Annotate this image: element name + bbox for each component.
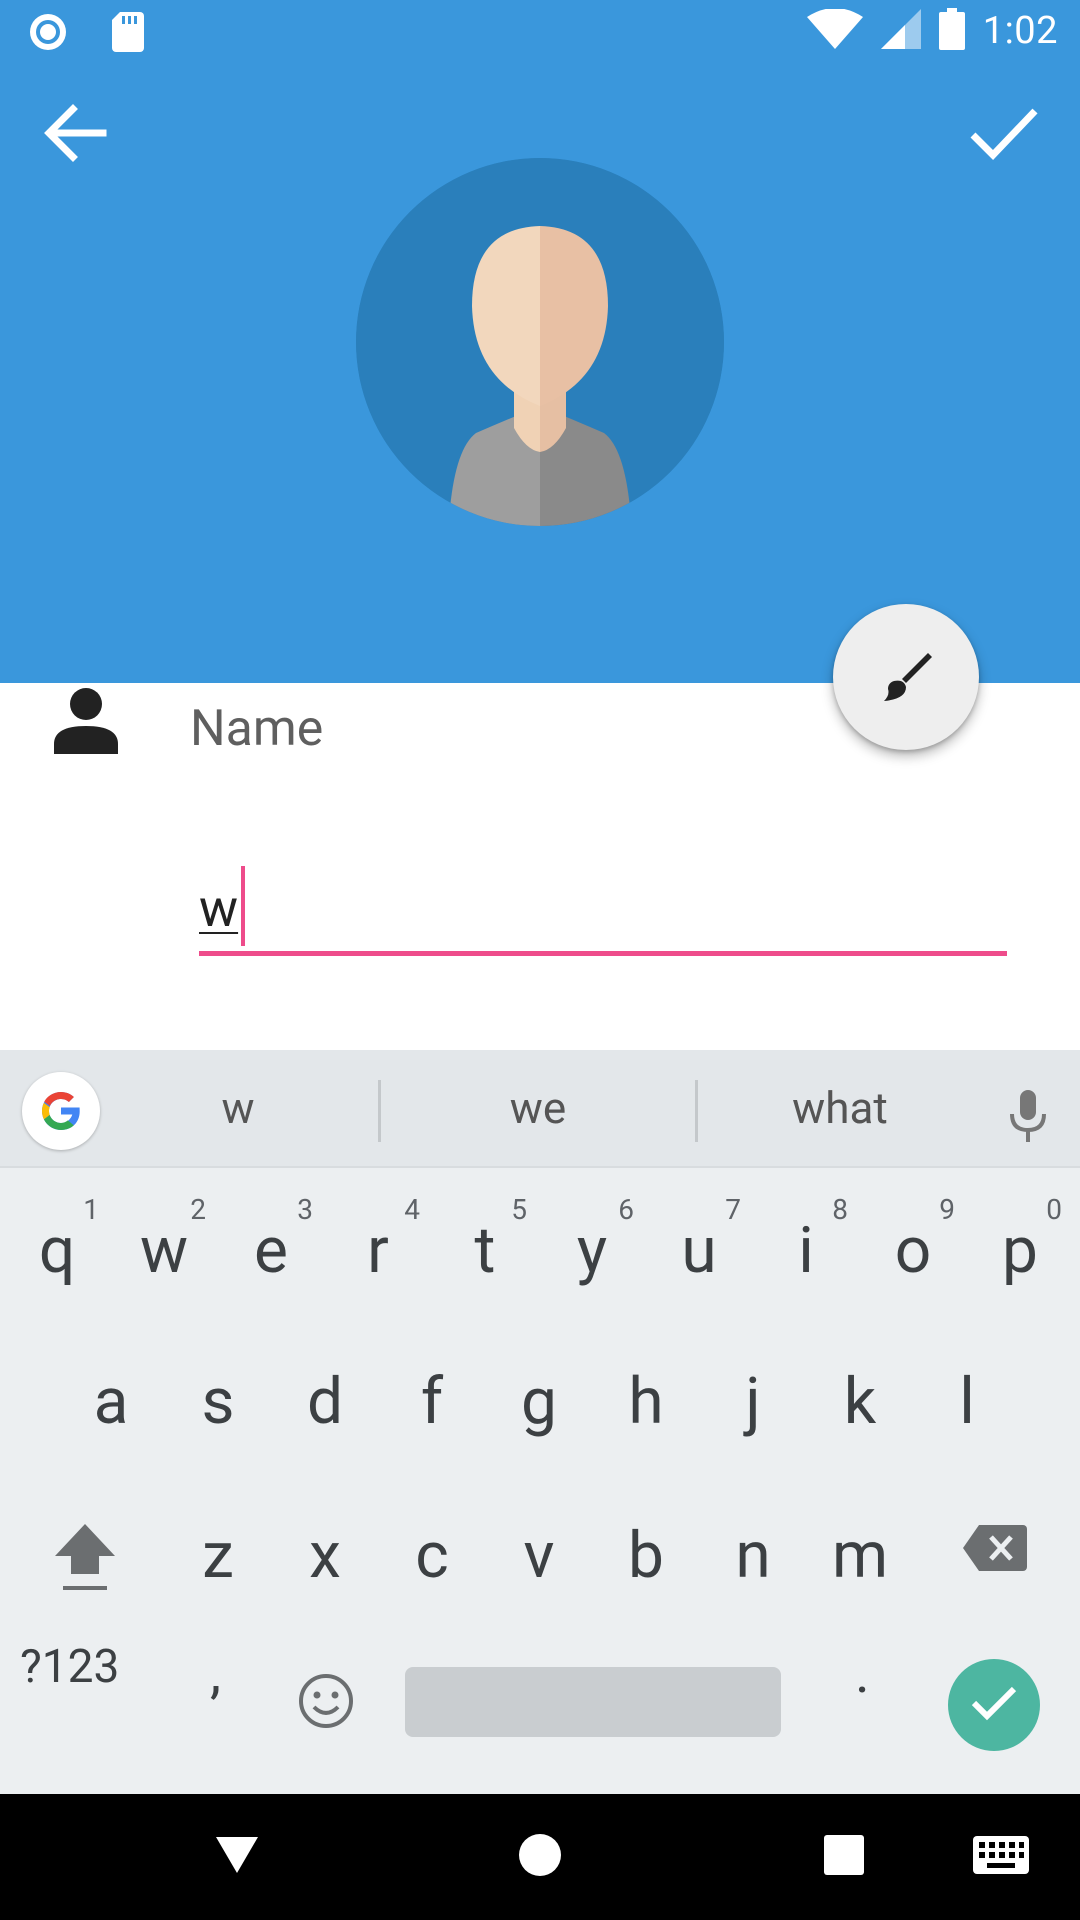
key-x[interactable]: x [273,1490,377,1620]
enter-key[interactable] [948,1659,1040,1751]
key-g[interactable]: g [487,1336,591,1466]
circle-home-icon [518,1833,562,1881]
navigation-bar [0,1794,1080,1920]
person-icon [54,688,118,754]
signal-icon [880,9,921,53]
key-l[interactable]: l [915,1336,1019,1466]
edit-contact-screen: 1:02 Name w w we what q 1 w 2 e 3 r 4 t … [0,0,1080,1920]
shift-key[interactable] [40,1515,130,1605]
suggestion-divider [378,1080,381,1142]
header: 1:02 [0,0,1080,683]
key-t[interactable]: t5 [433,1185,537,1315]
key-z[interactable]: z [166,1490,270,1620]
status-bar: 1:02 [0,0,1080,66]
nav-recents-button[interactable] [809,1824,879,1890]
key-e[interactable]: e3 [219,1185,323,1315]
sd-card-icon [112,12,144,56]
key-y[interactable]: y6 [540,1185,644,1315]
key-i[interactable]: i8 [754,1185,858,1315]
edit-avatar-button[interactable] [833,604,979,750]
nav-keyboard-button[interactable] [966,1824,1036,1890]
text-caret [241,866,245,946]
comma-key[interactable]: , [210,1640,221,1706]
battery-icon [938,8,965,54]
key-m[interactable]: m [808,1490,912,1620]
mic-icon[interactable] [1008,1090,1048,1146]
key-f[interactable]: f [380,1336,484,1466]
triangle-back-icon [214,1835,260,1879]
key-b[interactable]: b [594,1490,698,1620]
name-field-label: Name [190,700,324,758]
square-recents-icon [824,1835,864,1879]
save-button[interactable] [964,100,1044,170]
check-icon [971,1685,1017,1725]
record-icon [28,12,68,56]
shift-icon [53,1522,117,1598]
clock: 1:02 [982,9,1058,53]
key-a[interactable]: a [59,1336,163,1466]
key-v[interactable]: v [487,1490,591,1620]
wifi-icon [806,8,863,53]
space-bar[interactable] [405,1667,781,1737]
google-icon[interactable] [22,1072,100,1150]
name-input[interactable]: w [199,860,1007,956]
key-u[interactable]: u7 [647,1185,751,1315]
avatar[interactable] [356,158,724,526]
keyboard-icon [973,1836,1029,1878]
emoji-key[interactable] [296,1673,356,1733]
key-h[interactable]: h [594,1336,698,1466]
key-n[interactable]: n [701,1490,805,1620]
nav-back-button[interactable] [202,1824,272,1890]
key-q[interactable]: q1 [5,1185,109,1315]
key-c[interactable]: c [380,1490,484,1620]
back-button[interactable] [40,100,110,170]
name-input-value: w [199,878,239,939]
key-r[interactable]: r4 [326,1185,430,1315]
suggestion-bar: w we what [0,1050,1080,1168]
key-d[interactable]: d [273,1336,377,1466]
backspace-key[interactable] [955,1520,1035,1580]
key-s[interactable]: s [166,1336,270,1466]
suggestion-1[interactable]: w [178,1082,298,1134]
key-k[interactable]: k [808,1336,912,1466]
input-underline [199,951,1007,956]
arrow-back-icon [43,101,107,169]
suggestion-2[interactable]: we [458,1082,618,1134]
period-key[interactable]: . [855,1640,870,1706]
symbols-key[interactable]: ?123 [20,1640,119,1694]
nav-home-button[interactable] [505,1824,575,1890]
key-o[interactable]: o9 [861,1185,965,1315]
paintbrush-icon [876,645,936,709]
check-icon [969,105,1039,165]
emoji-icon [298,1673,354,1733]
suggestion-3[interactable]: what [760,1082,920,1134]
key-p[interactable]: p0 [968,1185,1072,1315]
suggestion-divider [695,1080,698,1142]
key-w[interactable]: w2 [112,1185,216,1315]
key-j[interactable]: j [701,1336,805,1466]
backspace-icon [961,1523,1029,1577]
